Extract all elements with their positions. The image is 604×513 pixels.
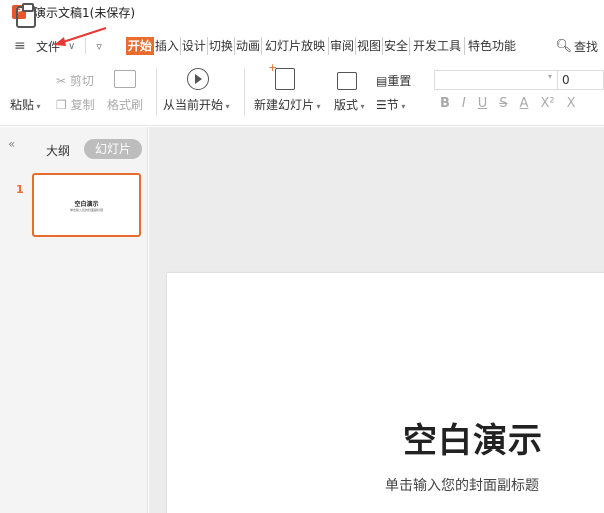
slide-title[interactable]: 空白演示	[403, 413, 543, 462]
format-painter-icon	[114, 70, 136, 88]
paste-button[interactable]: 粘贴 ▾	[10, 96, 41, 113]
section-label: 节	[386, 98, 399, 112]
thumbnail-subtitle: 单击输入您的封面副标题	[69, 208, 103, 212]
font-color-button[interactable]: A	[520, 96, 529, 111]
slide-thumbnail[interactable]: 空白演示 单击输入您的封面副标题	[32, 173, 141, 237]
search-label: 查找	[573, 39, 598, 54]
window-title: 演示文稿1(未保存)	[34, 5, 135, 20]
from-current-slide-button[interactable]: 从当前开始 ▾	[163, 96, 230, 113]
reset-label: 重置	[387, 74, 412, 88]
tab-8[interactable]: 安全	[383, 37, 411, 55]
tab-2[interactable]: 设计	[181, 37, 208, 55]
tab-6[interactable]: 审阅	[329, 37, 356, 55]
underline-button[interactable]: U	[478, 96, 488, 111]
slide-editing-canvas: 空白演示 单击输入您的封面副标题	[149, 127, 604, 513]
tab-1[interactable]: 插入	[154, 37, 181, 55]
collapse-panel-icon[interactable]: «	[8, 137, 15, 151]
layout-icon[interactable]	[337, 72, 357, 90]
format-painter-button[interactable]: 格式刷	[107, 96, 143, 113]
tab-4[interactable]: 动画	[235, 37, 262, 55]
copy-button[interactable]: ❐ 复制	[56, 96, 95, 113]
search-icon: 🔍︎	[555, 38, 572, 54]
title-bar: P 演示文稿1(未保存)	[0, 0, 604, 24]
tab-outline[interactable]: 大纲	[46, 142, 70, 159]
cut-label: 剪切	[69, 74, 94, 88]
slide-number: 1	[16, 183, 24, 196]
thumbnail-title: 空白演示	[74, 201, 99, 208]
tab-10[interactable]: 特色功能	[465, 37, 519, 55]
slide-navigation-panel: « 大纲 幻灯片 1 空白演示 单击输入您的封面副标题	[0, 127, 148, 513]
slide[interactable]: 空白演示 单击输入您的封面副标题	[167, 273, 604, 513]
play-icon[interactable]	[187, 68, 209, 90]
tab-5[interactable]: 幻灯片放映	[262, 37, 329, 55]
paste-label: 粘贴	[10, 98, 35, 112]
section-button[interactable]: ☰节 ▾	[376, 96, 405, 113]
layout-button[interactable]: 版式 ▾	[334, 96, 365, 113]
copy-label: 复制	[70, 98, 95, 112]
tab-9[interactable]: 开发工具	[410, 37, 466, 55]
chevron-down-icon: ▾	[548, 72, 553, 81]
from-current-label: 从当前开始	[163, 98, 224, 112]
superscript-button[interactable]: X²	[540, 96, 554, 111]
tab-7[interactable]: 视图	[356, 37, 383, 55]
text-format-buttons: B I U S A X² X	[440, 96, 587, 111]
new-slide-label: 新建幻灯片	[254, 98, 315, 112]
reset-button[interactable]: ▤重置	[376, 72, 411, 89]
italic-button[interactable]: I	[462, 96, 466, 111]
font-size-input[interactable]: 0	[558, 70, 604, 90]
font-name-select[interactable]	[434, 70, 558, 90]
annotation-arrow-icon	[54, 27, 107, 46]
tab-3[interactable]: 切换	[208, 37, 235, 55]
tab-slides[interactable]: 幻灯片	[84, 139, 142, 159]
layout-label: 版式	[334, 98, 359, 112]
format-painter-label: 格式刷	[107, 98, 144, 112]
new-slide-button[interactable]: 新建幻灯片 ▾	[254, 96, 321, 113]
divider	[244, 68, 245, 116]
bold-button[interactable]: B	[440, 96, 450, 111]
clipboard-icon[interactable]	[16, 3, 36, 28]
slide-subtitle-placeholder[interactable]: 单击输入您的封面副标题	[385, 475, 539, 495]
subscript-button[interactable]: X	[567, 96, 576, 111]
search-button[interactable]: 🔍︎ 查找	[555, 34, 598, 58]
ribbon-toolbar	[0, 58, 604, 126]
cut-button[interactable]: ✂ 剪切	[56, 72, 94, 89]
strikethrough-button[interactable]: S	[499, 96, 507, 111]
divider	[156, 68, 157, 116]
ribbon-tabs: 开始 插入 设计 切换 动画 幻灯片放映 审阅 视图 安全 开发工具 特色功能	[125, 37, 519, 55]
new-slide-icon[interactable]	[268, 61, 295, 90]
hamburger-menu-icon[interactable]: ≡	[14, 38, 30, 54]
tab-0[interactable]: 开始	[125, 37, 154, 55]
